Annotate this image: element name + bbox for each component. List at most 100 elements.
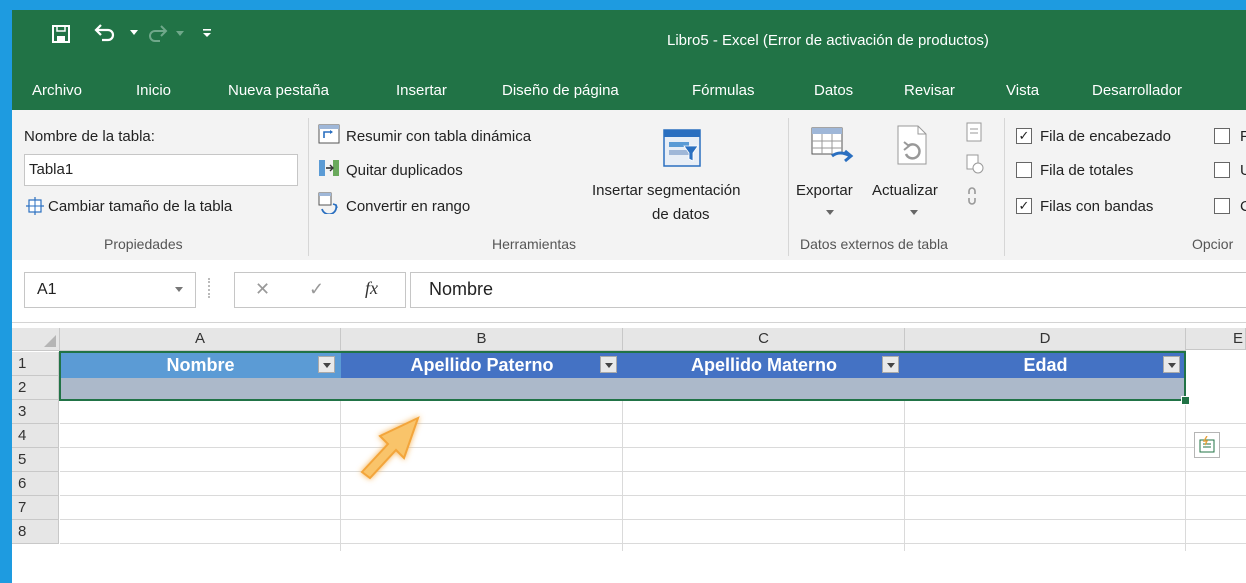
tab-vista[interactable]: Vista (1006, 82, 1039, 99)
table-header-apellido-paterno[interactable]: Apellido Paterno (341, 352, 623, 378)
export-dropdown-icon[interactable] (826, 210, 834, 216)
table-header-edad[interactable]: Edad (905, 352, 1186, 378)
row-header-1[interactable]: 1 (12, 352, 59, 376)
convert-to-range-button[interactable]: Convertir en rango (346, 198, 470, 215)
slicer-button-line1[interactable]: Insertar segmentación (592, 182, 740, 199)
cancel-icon[interactable]: ✕ (255, 279, 270, 300)
remove-duplicates-button[interactable]: Quitar duplicados (346, 162, 463, 179)
tab-datos[interactable]: Datos (814, 82, 853, 99)
document-title: Libro5 - Excel (Error de activación de p… (667, 32, 989, 49)
gridline (60, 447, 1246, 448)
formula-content: Nombre (429, 279, 494, 299)
tab-formulas[interactable]: Fórmulas (692, 82, 755, 99)
row-header-3[interactable]: 3 (12, 400, 59, 424)
last-column-checkbox[interactable] (1214, 162, 1230, 178)
group-separator (1004, 118, 1005, 256)
title-bar: Libro5 - Excel (Error de activación de p… (12, 10, 1246, 72)
column-header-e[interactable]: E (1186, 328, 1246, 350)
group-label-datos-externos: Datos externos de tabla (800, 236, 948, 252)
column-header-b[interactable]: B (341, 328, 623, 351)
formula-actions: ✕ ✓ fx (234, 272, 406, 308)
column-header-a[interactable]: A (60, 328, 341, 351)
row-header-6[interactable]: 6 (12, 472, 59, 496)
header-row-label: Fila de encabezado (1040, 128, 1171, 145)
save-icon[interactable] (52, 25, 70, 43)
banded-rows-checkbox[interactable]: ✓ (1016, 198, 1032, 214)
properties-icon[interactable] (966, 122, 982, 142)
table-name-input[interactable]: Tabla1 (24, 154, 298, 186)
total-row-label: Fila de totales (1040, 162, 1134, 179)
column-header-c[interactable]: C (623, 328, 905, 351)
select-all-corner[interactable] (12, 328, 60, 351)
tab-insertar[interactable]: Insertar (396, 82, 447, 99)
tab-revisar[interactable]: Revisar (904, 82, 955, 99)
pivot-table-icon (318, 124, 340, 144)
table-body[interactable] (60, 378, 1186, 422)
tab-inicio[interactable]: Inicio (136, 82, 171, 99)
slicer-button-line2[interactable]: de datos (652, 206, 710, 223)
banded-rows-label: Filas con bandas (1040, 198, 1154, 215)
ribbon-table-design: Nombre de la tabla: Tabla1 Cambiar tamañ… (12, 110, 1246, 261)
worksheet-grid[interactable]: A B C D E 1 2 3 4 5 6 7 8 Nombre Apellid… (12, 328, 1246, 583)
row-header-5[interactable]: 5 (12, 448, 59, 472)
table-header-nombre[interactable]: Nombre (60, 352, 341, 378)
group-separator (308, 118, 309, 256)
total-row-checkbox[interactable] (1016, 162, 1032, 178)
name-box-dropdown-icon[interactable] (175, 287, 183, 293)
table-name-label: Nombre de la tabla: (24, 128, 155, 145)
customize-qat-icon[interactable] (202, 28, 212, 38)
formula-bar: A1 ✕ ✓ fx Nombre (12, 260, 1246, 323)
first-column-label-truncated: F (1240, 128, 1246, 145)
slicer-icon (663, 129, 701, 167)
column-header-d[interactable]: D (905, 328, 1186, 351)
group-label-herramientas: Herramientas (492, 236, 577, 252)
refresh-icon (897, 125, 927, 165)
refresh-button[interactable]: Actualizar (872, 182, 938, 199)
undo-icon[interactable] (94, 24, 116, 44)
open-in-browser-icon[interactable] (966, 154, 984, 174)
tab-nueva-pestana[interactable]: Nueva pestaña (228, 82, 329, 99)
table-header-label: Nombre (166, 355, 235, 375)
redo-dropdown-icon (176, 31, 184, 36)
filter-dropdown-button[interactable] (882, 356, 899, 373)
group-label-propiedades: Propiedades (104, 236, 183, 252)
excel-window: Libro5 - Excel (Error de activación de p… (12, 10, 1246, 583)
insert-function-icon[interactable]: fx (365, 278, 378, 299)
name-box[interactable]: A1 (24, 272, 196, 308)
fill-handle[interactable] (1181, 396, 1190, 405)
header-row-checkbox[interactable]: ✓ (1016, 128, 1032, 144)
gridline (60, 471, 1246, 472)
enter-icon[interactable]: ✓ (309, 279, 324, 300)
first-column-checkbox[interactable] (1214, 128, 1230, 144)
export-button[interactable]: Exportar (796, 182, 853, 199)
table-header-apellido-materno[interactable]: Apellido Materno (623, 352, 905, 378)
tab-diseno-de-pagina[interactable]: Diseño de página (502, 82, 619, 99)
row-header-8[interactable]: 8 (12, 520, 59, 544)
tab-desarrollador[interactable]: Desarrollador (1092, 82, 1182, 99)
formula-bar-grip[interactable] (208, 278, 212, 298)
unlink-icon[interactable] (966, 186, 984, 206)
refresh-dropdown-icon[interactable] (910, 210, 918, 216)
quick-analysis-button[interactable] (1194, 432, 1220, 458)
table-row-2[interactable] (60, 378, 1186, 400)
filter-dropdown-button[interactable] (600, 356, 617, 373)
select-all-triangle (44, 335, 56, 347)
redo-icon[interactable] (148, 25, 168, 43)
row-header-2[interactable]: 2 (12, 376, 59, 400)
pivot-summary-button[interactable]: Resumir con tabla dinámica (346, 128, 531, 145)
group-label-opciones: Opcior (1192, 236, 1234, 252)
pointer-arrow-icon (360, 416, 420, 480)
gridline (60, 423, 1246, 424)
banded-columns-checkbox[interactable] (1214, 198, 1230, 214)
filter-dropdown-button[interactable] (1163, 356, 1180, 373)
row-header-7[interactable]: 7 (12, 496, 59, 520)
formula-input[interactable]: Nombre (410, 272, 1246, 308)
gridline (60, 519, 1246, 520)
tab-archivo[interactable]: Archivo (32, 82, 82, 99)
group-separator (788, 118, 789, 256)
resize-table-button[interactable]: Cambiar tamaño de la tabla (48, 198, 232, 215)
row-header-4[interactable]: 4 (12, 424, 59, 448)
banded-columns-label-truncated: C (1240, 198, 1246, 215)
filter-dropdown-button[interactable] (318, 356, 335, 373)
undo-dropdown-icon[interactable] (130, 30, 138, 36)
